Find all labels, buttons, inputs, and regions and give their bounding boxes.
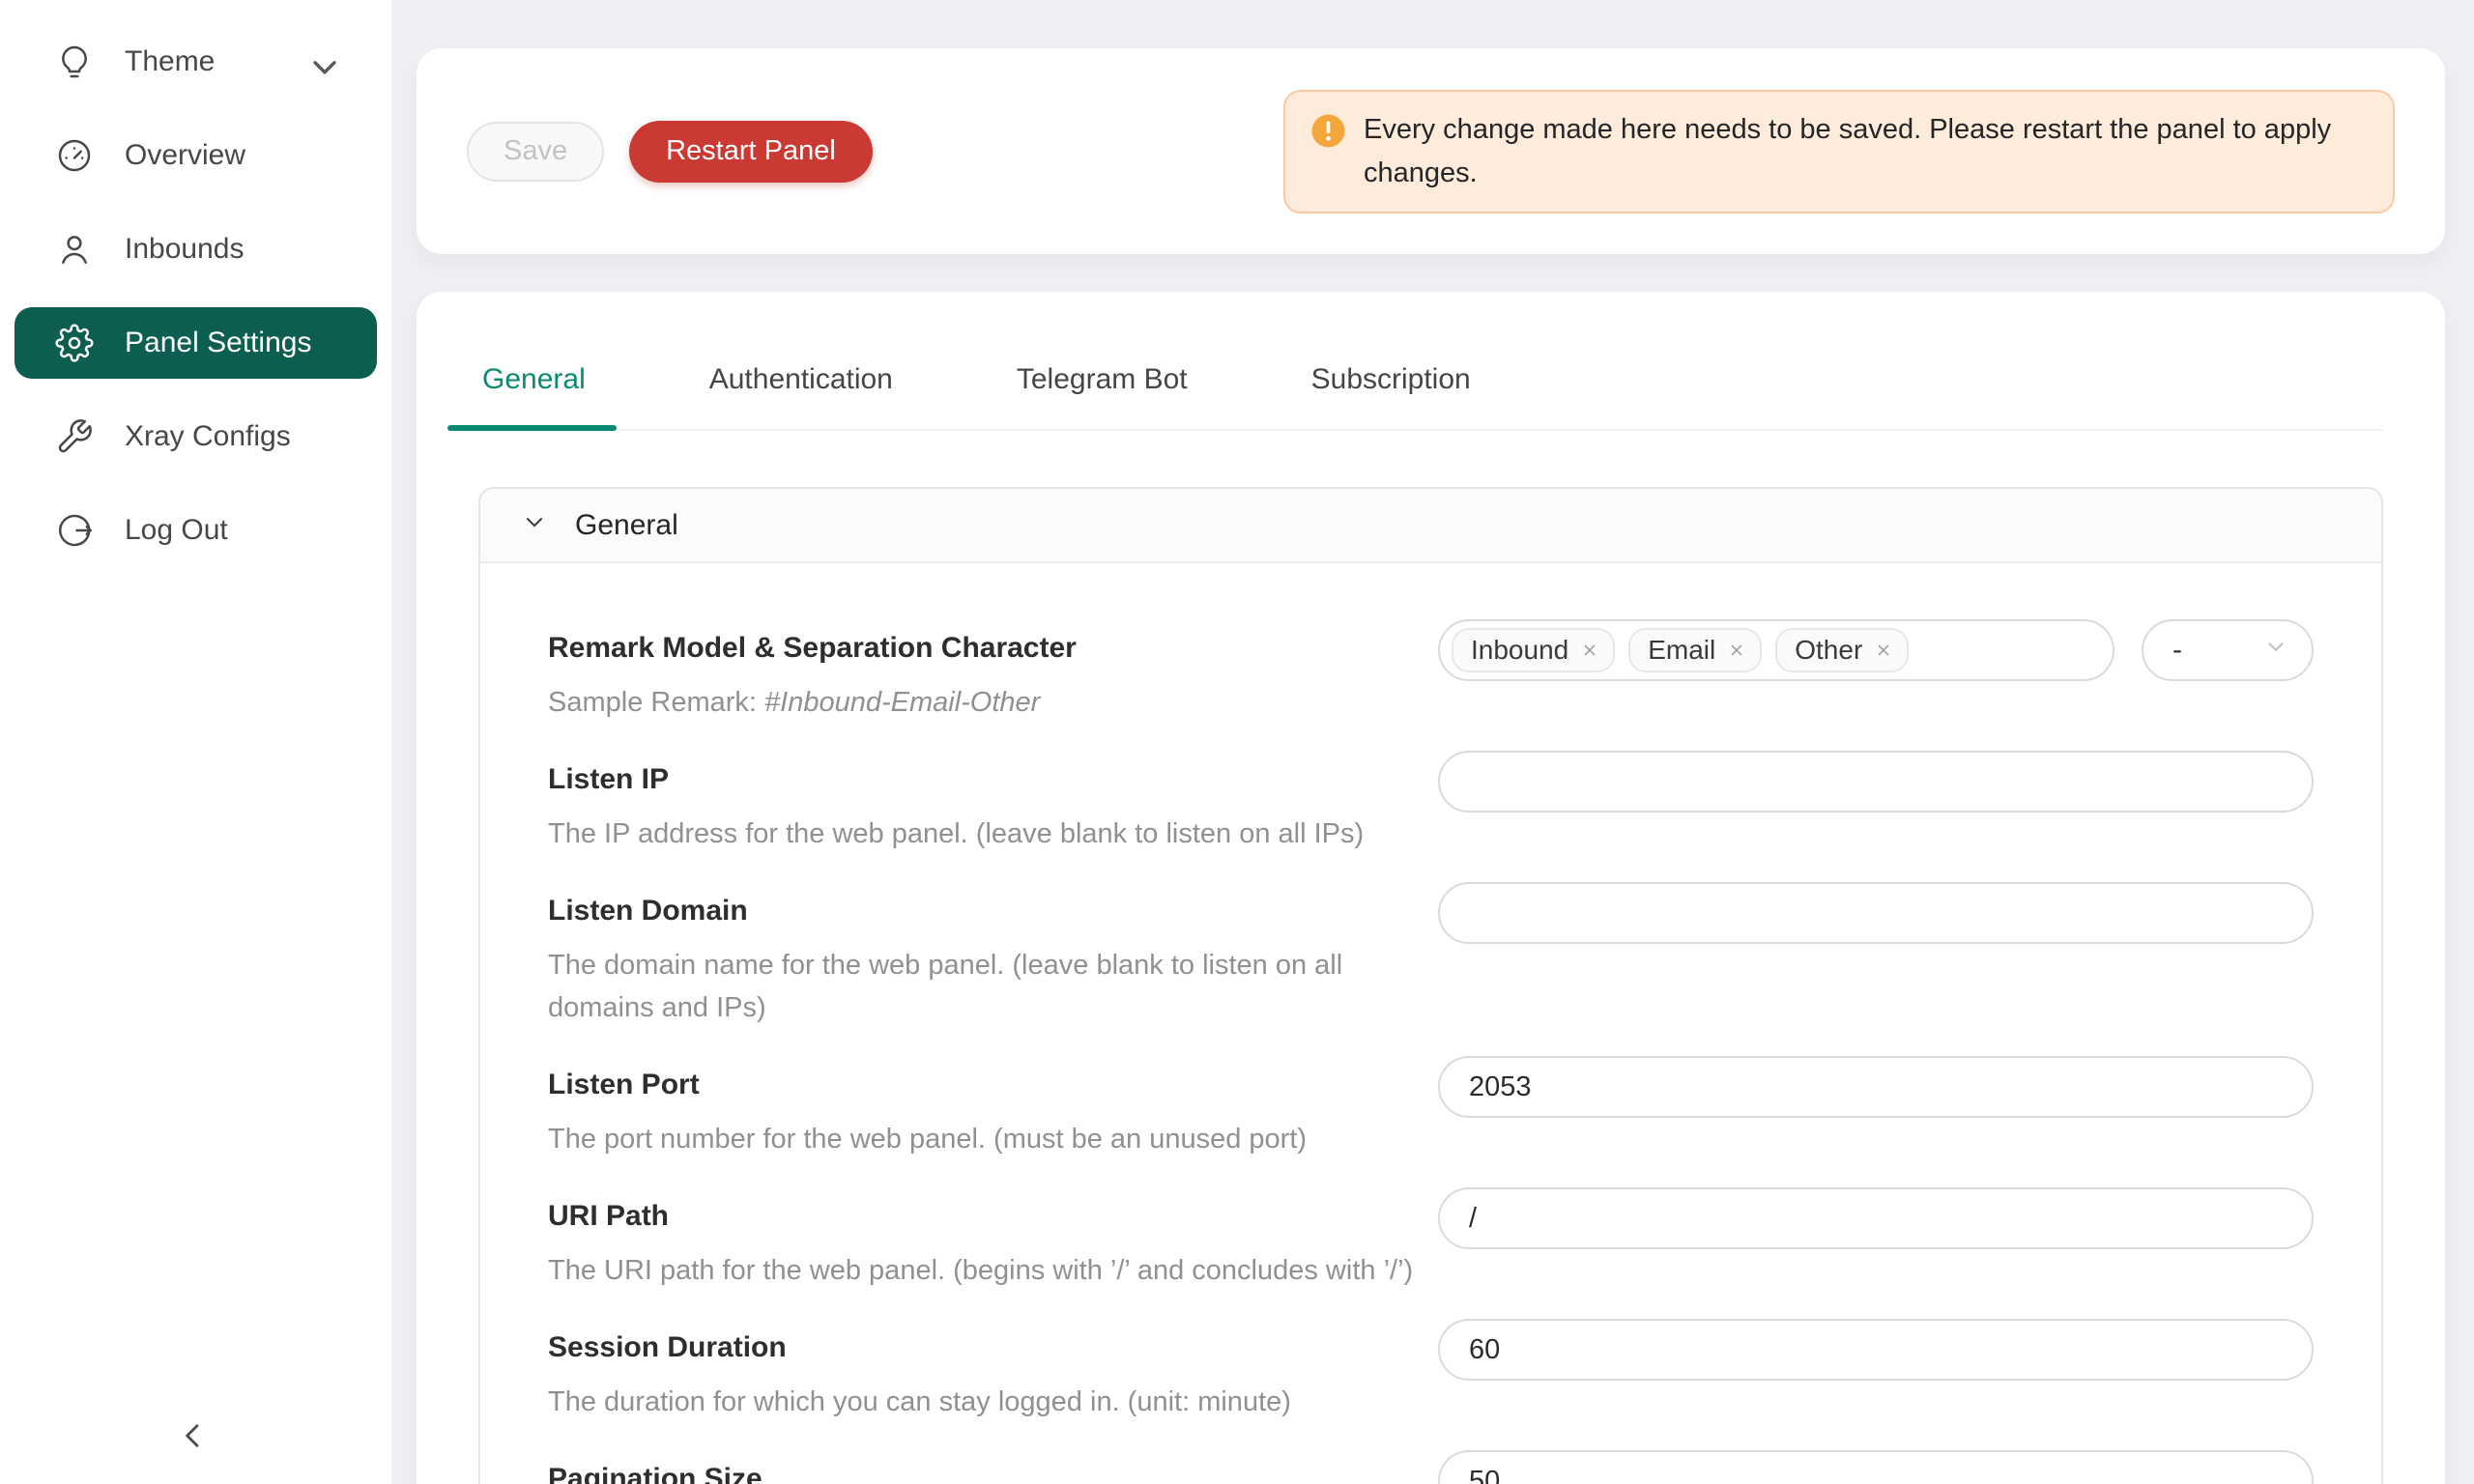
tag-inbound: Inbound <box>1452 628 1615 672</box>
sidebar-item-label: Theme <box>125 45 215 78</box>
sidebar-item-inbounds[interactable]: Inbounds <box>14 214 377 285</box>
sidebar-item-label: Xray Configs <box>125 420 291 453</box>
field-description: Sample Remark: #Inbound-Email-Other <box>548 681 1418 724</box>
alert-message: Every change made here needs to be saved… <box>1364 108 2349 195</box>
tab-subscription[interactable]: Subscription <box>1308 350 1475 429</box>
pagination-size-input[interactable] <box>1438 1450 2314 1484</box>
sidebar-item-label: Inbounds <box>125 233 244 266</box>
close-icon[interactable] <box>1874 640 1895 661</box>
sample-remark-prefix: Sample Remark: <box>548 687 764 718</box>
toolbar-card: Save Restart Panel Every change made her… <box>417 48 2445 254</box>
sidebar-item-log-out[interactable]: Log Out <box>14 495 377 566</box>
field-row-listen-port: Listen Port The port number for the web … <box>548 1062 2314 1160</box>
restart-warning-alert: Every change made here needs to be saved… <box>1283 90 2395 214</box>
sidebar-collapse-button[interactable] <box>162 1413 224 1463</box>
field-row-pagination-size: Pagination Size <box>548 1456 2314 1484</box>
tab-authentication[interactable]: Authentication <box>705 350 897 429</box>
tag-label: Other <box>1795 635 1862 666</box>
warning-icon <box>1310 113 1346 149</box>
field-row-listen-ip: Listen IP The IP address for the web pan… <box>548 756 2314 855</box>
separator-select[interactable]: - <box>2142 619 2314 681</box>
field-row-uri-path: URI Path The URI path for the web panel.… <box>548 1193 2314 1292</box>
field-label: Remark Model & Separation Character <box>548 629 1418 668</box>
chevron-down-icon <box>2263 634 2288 667</box>
close-icon[interactable] <box>1727 640 1748 661</box>
wrench-icon <box>55 417 94 456</box>
field-description: The URI path for the web panel. (begins … <box>548 1249 1418 1292</box>
tag-other: Other <box>1775 628 1909 672</box>
field-row-remark-model: Remark Model & Separation Character Samp… <box>548 625 2314 724</box>
user-icon <box>55 230 94 269</box>
main-content: Save Restart Panel Every change made her… <box>391 0 2474 1484</box>
gear-icon <box>55 324 94 362</box>
sidebar-item-xray-configs[interactable]: Xray Configs <box>14 401 377 472</box>
listen-ip-input[interactable] <box>1438 751 2314 813</box>
uri-path-input[interactable] <box>1438 1187 2314 1249</box>
tag-label: Inbound <box>1471 635 1568 666</box>
remark-model-tags-input[interactable]: Inbound Email <box>1438 619 2114 681</box>
field-description: The IP address for the web panel. (leave… <box>548 813 1418 855</box>
field-label: URI Path <box>548 1197 1418 1236</box>
field-description: The duration for which you can stay logg… <box>548 1381 1418 1423</box>
logout-icon <box>55 511 94 550</box>
field-label: Pagination Size <box>548 1460 1418 1484</box>
separator-value: - <box>2172 634 2182 667</box>
session-duration-input[interactable] <box>1438 1319 2314 1381</box>
sidebar: Theme Overview Inbounds <box>0 0 391 1484</box>
collapse-title: General <box>575 509 678 542</box>
sidebar-item-panel-settings[interactable]: Panel Settings <box>14 307 377 379</box>
dashboard-icon <box>55 136 94 175</box>
chevron-left-icon <box>175 1417 212 1459</box>
save-button[interactable]: Save <box>467 122 604 182</box>
sidebar-item-overview[interactable]: Overview <box>14 120 377 191</box>
field-label: Session Duration <box>548 1328 1418 1367</box>
general-collapse-body: Remark Model & Separation Character Samp… <box>480 563 2381 1484</box>
chevron-down-icon <box>521 508 548 543</box>
settings-tabs: General Authentication Telegram Bot Subs… <box>478 350 2383 431</box>
field-label: Listen Port <box>548 1066 1418 1104</box>
field-row-session-duration: Session Duration The duration for which … <box>548 1325 2314 1423</box>
chevron-down-icon <box>305 47 334 76</box>
field-description: The port number for the web panel. (must… <box>548 1118 1418 1160</box>
field-description: The domain name for the web panel. (leav… <box>548 944 1418 1029</box>
close-icon[interactable] <box>1580 640 1601 661</box>
general-collapse-panel: General Remark Model & Separation Charac… <box>478 487 2383 1484</box>
sidebar-item-theme[interactable]: Theme <box>14 26 377 98</box>
lightbulb-icon <box>55 43 94 81</box>
tag-label: Email <box>1648 635 1715 666</box>
panel-settings-card: General Authentication Telegram Bot Subs… <box>417 292 2445 1484</box>
tab-telegram-bot[interactable]: Telegram Bot <box>1013 350 1192 429</box>
tab-general[interactable]: General <box>478 350 590 429</box>
sidebar-nav: Theme Overview Inbounds <box>0 0 391 566</box>
sidebar-item-label: Log Out <box>125 514 228 547</box>
sample-remark-value: #Inbound-Email-Other <box>764 687 1040 718</box>
sidebar-item-label: Overview <box>125 139 245 172</box>
tag-email: Email <box>1628 628 1762 672</box>
field-row-listen-domain: Listen Domain The domain name for the we… <box>548 888 2314 1029</box>
listen-domain-input[interactable] <box>1438 882 2314 944</box>
field-label: Listen IP <box>548 760 1418 799</box>
field-label: Listen Domain <box>548 892 1418 930</box>
sidebar-item-label: Panel Settings <box>125 327 311 359</box>
listen-port-input[interactable] <box>1438 1056 2314 1118</box>
restart-panel-button[interactable]: Restart Panel <box>629 121 873 183</box>
general-collapse-header[interactable]: General <box>480 489 2381 563</box>
